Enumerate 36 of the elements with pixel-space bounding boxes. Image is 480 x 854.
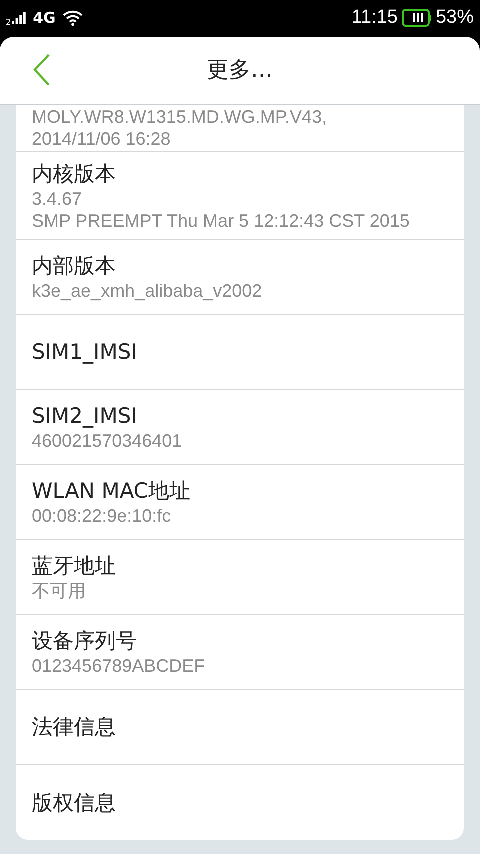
- item-value: MOLY.WR8.W1315.MD.WG.MP.V43,: [32, 106, 328, 128]
- network-type: 4G: [33, 9, 56, 28]
- item-value: 2014/11/06 16:28: [32, 128, 172, 150]
- item-title: SIM1_IMSI: [32, 339, 138, 366]
- item-title: 内核版本: [32, 160, 117, 188]
- item-title: 法律信息: [32, 714, 117, 741]
- battery-percentage: 53%: [436, 7, 474, 30]
- item-title: 蓝牙地址: [32, 553, 117, 580]
- sim-slot-number: 2: [6, 18, 12, 28]
- clock-time: 11:15: [352, 7, 398, 30]
- info-row[interactable]: SIM2_IMSI 460021570346401: [16, 390, 464, 465]
- item-value: 0123456789ABCDEF: [32, 655, 206, 677]
- item-value: SMP PREEMPT Thu Mar 5 12:12:43 CST 2015: [32, 210, 411, 232]
- item-title: 版权信息: [32, 790, 117, 816]
- item-title: WLAN MAC地址: [32, 478, 192, 505]
- info-row[interactable]: 设备序列号 0123456789ABCDEF: [16, 615, 464, 690]
- info-row[interactable]: 蓝牙地址 不可用: [16, 540, 464, 615]
- item-value: 460021570346401: [32, 430, 184, 452]
- item-value: k3e_ae_xmh_alibaba_v2002: [32, 280, 264, 302]
- item-title: SIM2_IMSI: [32, 403, 138, 430]
- back-chevron-icon: [33, 54, 51, 86]
- info-row[interactable]: 内部版本 k3e_ae_xmh_alibaba_v2002: [16, 240, 464, 315]
- item-title: 内部版本: [32, 253, 117, 280]
- wifi-icon: [62, 10, 83, 26]
- info-row[interactable]: 法律信息: [16, 690, 464, 765]
- page-title: 更多…: [207, 57, 273, 86]
- item-value: 00:08:22:9e:10:fc: [32, 505, 172, 527]
- info-row[interactable]: 版权信息: [16, 765, 464, 840]
- info-row[interactable]: SIM1_IMSI: [16, 315, 464, 390]
- battery-icon: [402, 9, 432, 28]
- item-title: 设备序列号: [32, 628, 138, 655]
- item-value: 不可用: [32, 580, 87, 602]
- item-value: 3.4.67: [32, 188, 84, 210]
- signal-icon: [12, 12, 26, 24]
- info-row[interactable]: 内核版本 3.4.67 SMP PREEMPT Thu Mar 5 12:12:43 CST 2015: [16, 152, 464, 240]
- info-row[interactable]: WLAN MAC地址 00:08:22:9e:10:fc: [16, 465, 464, 540]
